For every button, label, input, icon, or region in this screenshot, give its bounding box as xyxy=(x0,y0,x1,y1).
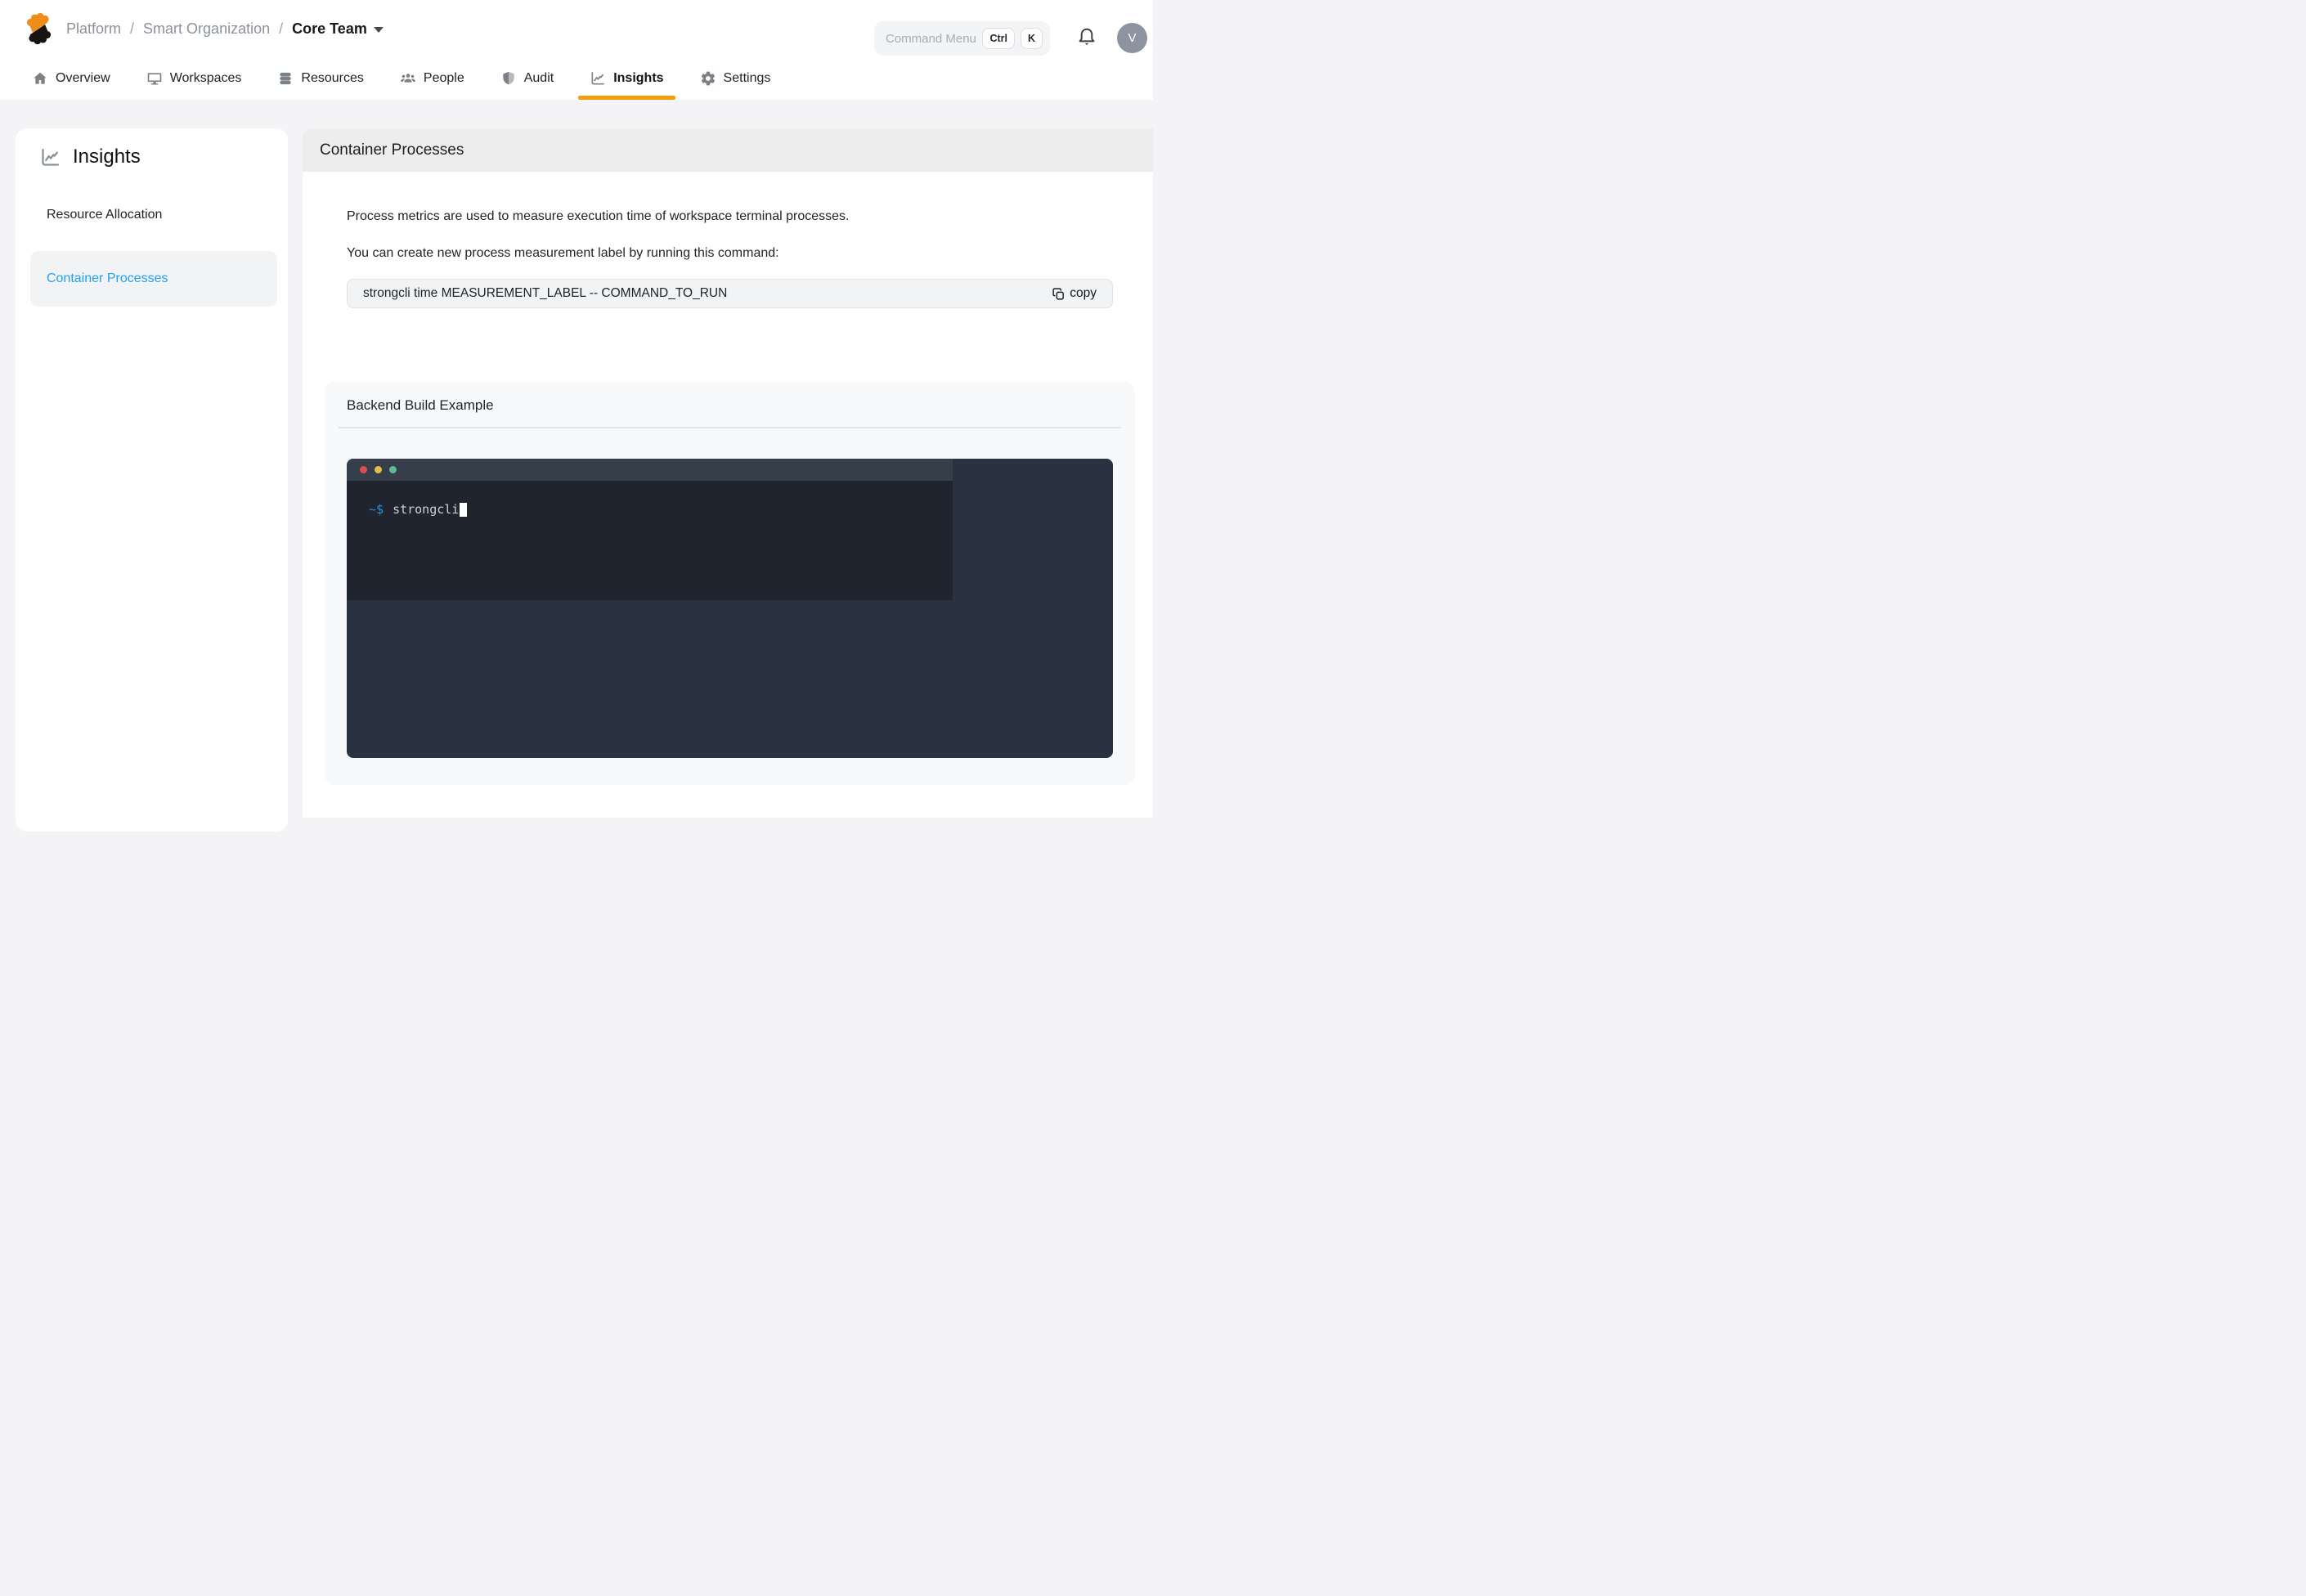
gear-icon xyxy=(700,70,716,87)
breadcrumb-separator: / xyxy=(279,20,283,38)
breadcrumb-item-organization[interactable]: Smart Organization xyxy=(143,20,270,38)
nav-tabs: Overview Workspaces Resources People Aud… xyxy=(30,57,772,100)
sidebar-title: Insights xyxy=(73,146,141,168)
command-menu-label: Command Menu xyxy=(886,32,976,46)
terminal-titlebar xyxy=(347,459,953,481)
tab-label: Audit xyxy=(524,71,554,86)
line-chart-icon xyxy=(39,146,61,168)
tab-label: Settings xyxy=(724,71,771,86)
traffic-light-green-icon xyxy=(389,466,397,473)
monitor-icon xyxy=(146,70,163,87)
avatar-initial: V xyxy=(1128,31,1136,45)
traffic-light-yellow-icon xyxy=(375,466,382,473)
sidebar-header: Insights xyxy=(39,146,141,168)
copy-button[interactable]: copy xyxy=(1052,286,1097,301)
brand-logo-icon[interactable] xyxy=(24,11,54,46)
keycap-ctrl: Ctrl xyxy=(982,28,1015,50)
breadcrumb-separator: / xyxy=(130,20,134,38)
terminal-cursor xyxy=(460,503,467,517)
terminal-typed-command: strongcli xyxy=(393,502,459,517)
chevron-down-icon xyxy=(374,27,384,33)
divider xyxy=(339,427,1121,428)
command-menu-button[interactable]: Command Menu Ctrl K xyxy=(874,21,1050,56)
tab-overview[interactable]: Overview xyxy=(30,57,112,100)
example-card: Backend Build Example ~$ strongcli xyxy=(325,382,1135,785)
tab-workspaces[interactable]: Workspaces xyxy=(145,57,244,100)
tab-label: Workspaces xyxy=(170,71,242,86)
shield-icon xyxy=(500,70,517,87)
main-panel: Process metrics are used to measure exec… xyxy=(303,172,1153,818)
command-instruction: You can create new process measurement l… xyxy=(347,246,779,261)
insights-sidebar: Insights Resource Allocation Container P… xyxy=(16,128,288,832)
sidebar-item-label: Container Processes xyxy=(47,271,168,286)
tab-label: People xyxy=(424,71,464,86)
app-header: Platform / Smart Organization / Core Tea… xyxy=(0,0,1153,100)
example-title: Backend Build Example xyxy=(347,397,494,414)
terminal-screenshot: ~$ strongcli xyxy=(347,459,953,600)
user-avatar[interactable]: V xyxy=(1117,23,1147,53)
tab-label: Overview xyxy=(56,71,110,86)
traffic-light-red-icon xyxy=(360,466,367,473)
tab-resources[interactable]: Resources xyxy=(276,57,365,100)
line-chart-icon xyxy=(590,70,606,87)
tab-label: Insights xyxy=(613,71,663,86)
tab-label: Resources xyxy=(301,71,363,86)
terminal-prompt: ~$ xyxy=(369,502,384,517)
breadcrumb: Platform / Smart Organization / Core Tea… xyxy=(66,20,384,38)
command-snippet: strongcli time MEASUREMENT_LABEL -- COMM… xyxy=(347,279,1113,308)
team-name: Core Team xyxy=(292,20,367,38)
page-title-bar: Container Processes xyxy=(303,128,1153,172)
copy-icon xyxy=(1052,287,1066,301)
breadcrumb-item-team[interactable]: Core Team xyxy=(292,20,384,38)
metrics-description: Process metrics are used to measure exec… xyxy=(347,209,849,224)
terminal-screen: ~$ strongcli xyxy=(347,481,953,600)
sidebar-item-resource-allocation[interactable]: Resource Allocation xyxy=(47,208,162,222)
breadcrumb-item-platform[interactable]: Platform xyxy=(66,20,121,38)
database-icon xyxy=(277,70,294,87)
bell-icon xyxy=(1075,25,1098,48)
tab-insights[interactable]: Insights xyxy=(588,57,665,100)
tab-people[interactable]: People xyxy=(398,57,466,100)
page-title: Container Processes xyxy=(320,141,464,159)
home-icon xyxy=(32,70,48,87)
tab-audit[interactable]: Audit xyxy=(499,57,555,100)
terminal-window: ~$ strongcli xyxy=(347,459,1113,758)
keycap-k: K xyxy=(1021,28,1043,50)
notification-bell-button[interactable] xyxy=(1075,25,1098,52)
people-icon xyxy=(400,70,416,87)
copy-label: copy xyxy=(1070,286,1097,301)
sidebar-item-container-processes[interactable]: Container Processes xyxy=(30,251,277,307)
snippet-code-text: strongcli time MEASUREMENT_LABEL -- COMM… xyxy=(363,286,1052,301)
tab-settings[interactable]: Settings xyxy=(698,57,773,100)
